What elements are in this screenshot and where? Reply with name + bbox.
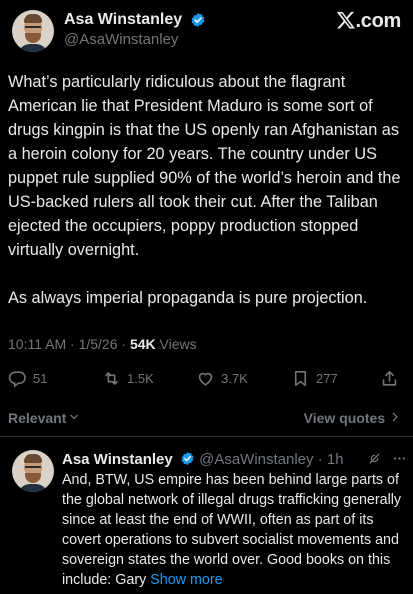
reply-tools	[367, 450, 407, 470]
reply-button[interactable]: 51	[8, 364, 47, 392]
divider	[0, 436, 413, 437]
view-quotes-link[interactable]: View quotes	[304, 408, 401, 428]
x-logo-icon	[336, 11, 355, 29]
sort-relevant-dropdown[interactable]: Relevant	[8, 408, 80, 428]
action-bar: 51 1.5K 3.7K 277	[8, 364, 406, 392]
views-label: Views	[159, 336, 197, 352]
reply-header: Asa Winstanley @AsaWinstanley · 1h	[62, 450, 407, 470]
repost-count: 1.5K	[127, 370, 154, 386]
bookmark-icon	[294, 370, 307, 386]
like-button[interactable]: 3.7K	[196, 364, 248, 392]
brand-logo: .com	[336, 10, 401, 33]
brand-text: .com	[355, 10, 402, 32]
repost-button[interactable]: 1.5K	[102, 364, 154, 392]
post-date[interactable]: 1/5/26	[79, 336, 118, 352]
chevron-right-icon	[392, 412, 398, 422]
reply-body: And, BTW, US empire has been behind larg…	[62, 470, 407, 590]
author-info: Asa Winstanley @AsaWinstanley	[64, 10, 206, 50]
author-name[interactable]: Asa Winstanley	[64, 10, 182, 30]
share-button[interactable]	[380, 364, 399, 392]
post-meta: 10:11 AM · 1/5/26 · 54K Views	[8, 336, 197, 352]
verified-badge-icon	[191, 13, 204, 27]
views-count: 54K	[129, 336, 156, 352]
share-icon	[382, 370, 397, 386]
reply-icon	[8, 370, 26, 388]
chevron-down-icon	[70, 414, 79, 420]
sort-relevant-label: Relevant	[8, 410, 67, 426]
repost-icon	[105, 371, 118, 385]
reply-author-handle[interactable]: @AsaWinstanley	[199, 451, 313, 468]
avatar[interactable]	[12, 450, 54, 492]
like-count: 3.7K	[221, 370, 248, 386]
like-icon	[198, 372, 213, 386]
reply-count: 51	[33, 370, 48, 386]
reply-text: And, BTW, US empire has been behind larg…	[62, 472, 402, 588]
bookmark-count: 277	[316, 370, 338, 386]
post-paragraph-1: What’s particularly ridiculous about the…	[8, 73, 401, 259]
author-handle[interactable]: @AsaWinstanley	[64, 30, 206, 50]
grok-icon[interactable]	[367, 451, 382, 466]
show-more-link[interactable]: Show more	[150, 572, 222, 588]
reply-age[interactable]: 1h	[327, 451, 344, 468]
post-paragraph-2: As always imperial propaganda is pure pr…	[8, 289, 368, 307]
bookmark-button[interactable]: 277	[291, 364, 338, 392]
reply-author-name[interactable]: Asa Winstanley	[62, 451, 173, 468]
avatar[interactable]	[12, 10, 54, 52]
view-quotes-label: View quotes	[303, 410, 386, 426]
post-header: Asa Winstanley @AsaWinstanley .com	[12, 10, 401, 52]
post-body: What’s particularly ridiculous about the…	[8, 70, 406, 310]
more-icon[interactable]	[392, 451, 407, 466]
post-time[interactable]: 10:11 AM	[8, 336, 66, 352]
verified-badge-icon	[181, 451, 194, 466]
